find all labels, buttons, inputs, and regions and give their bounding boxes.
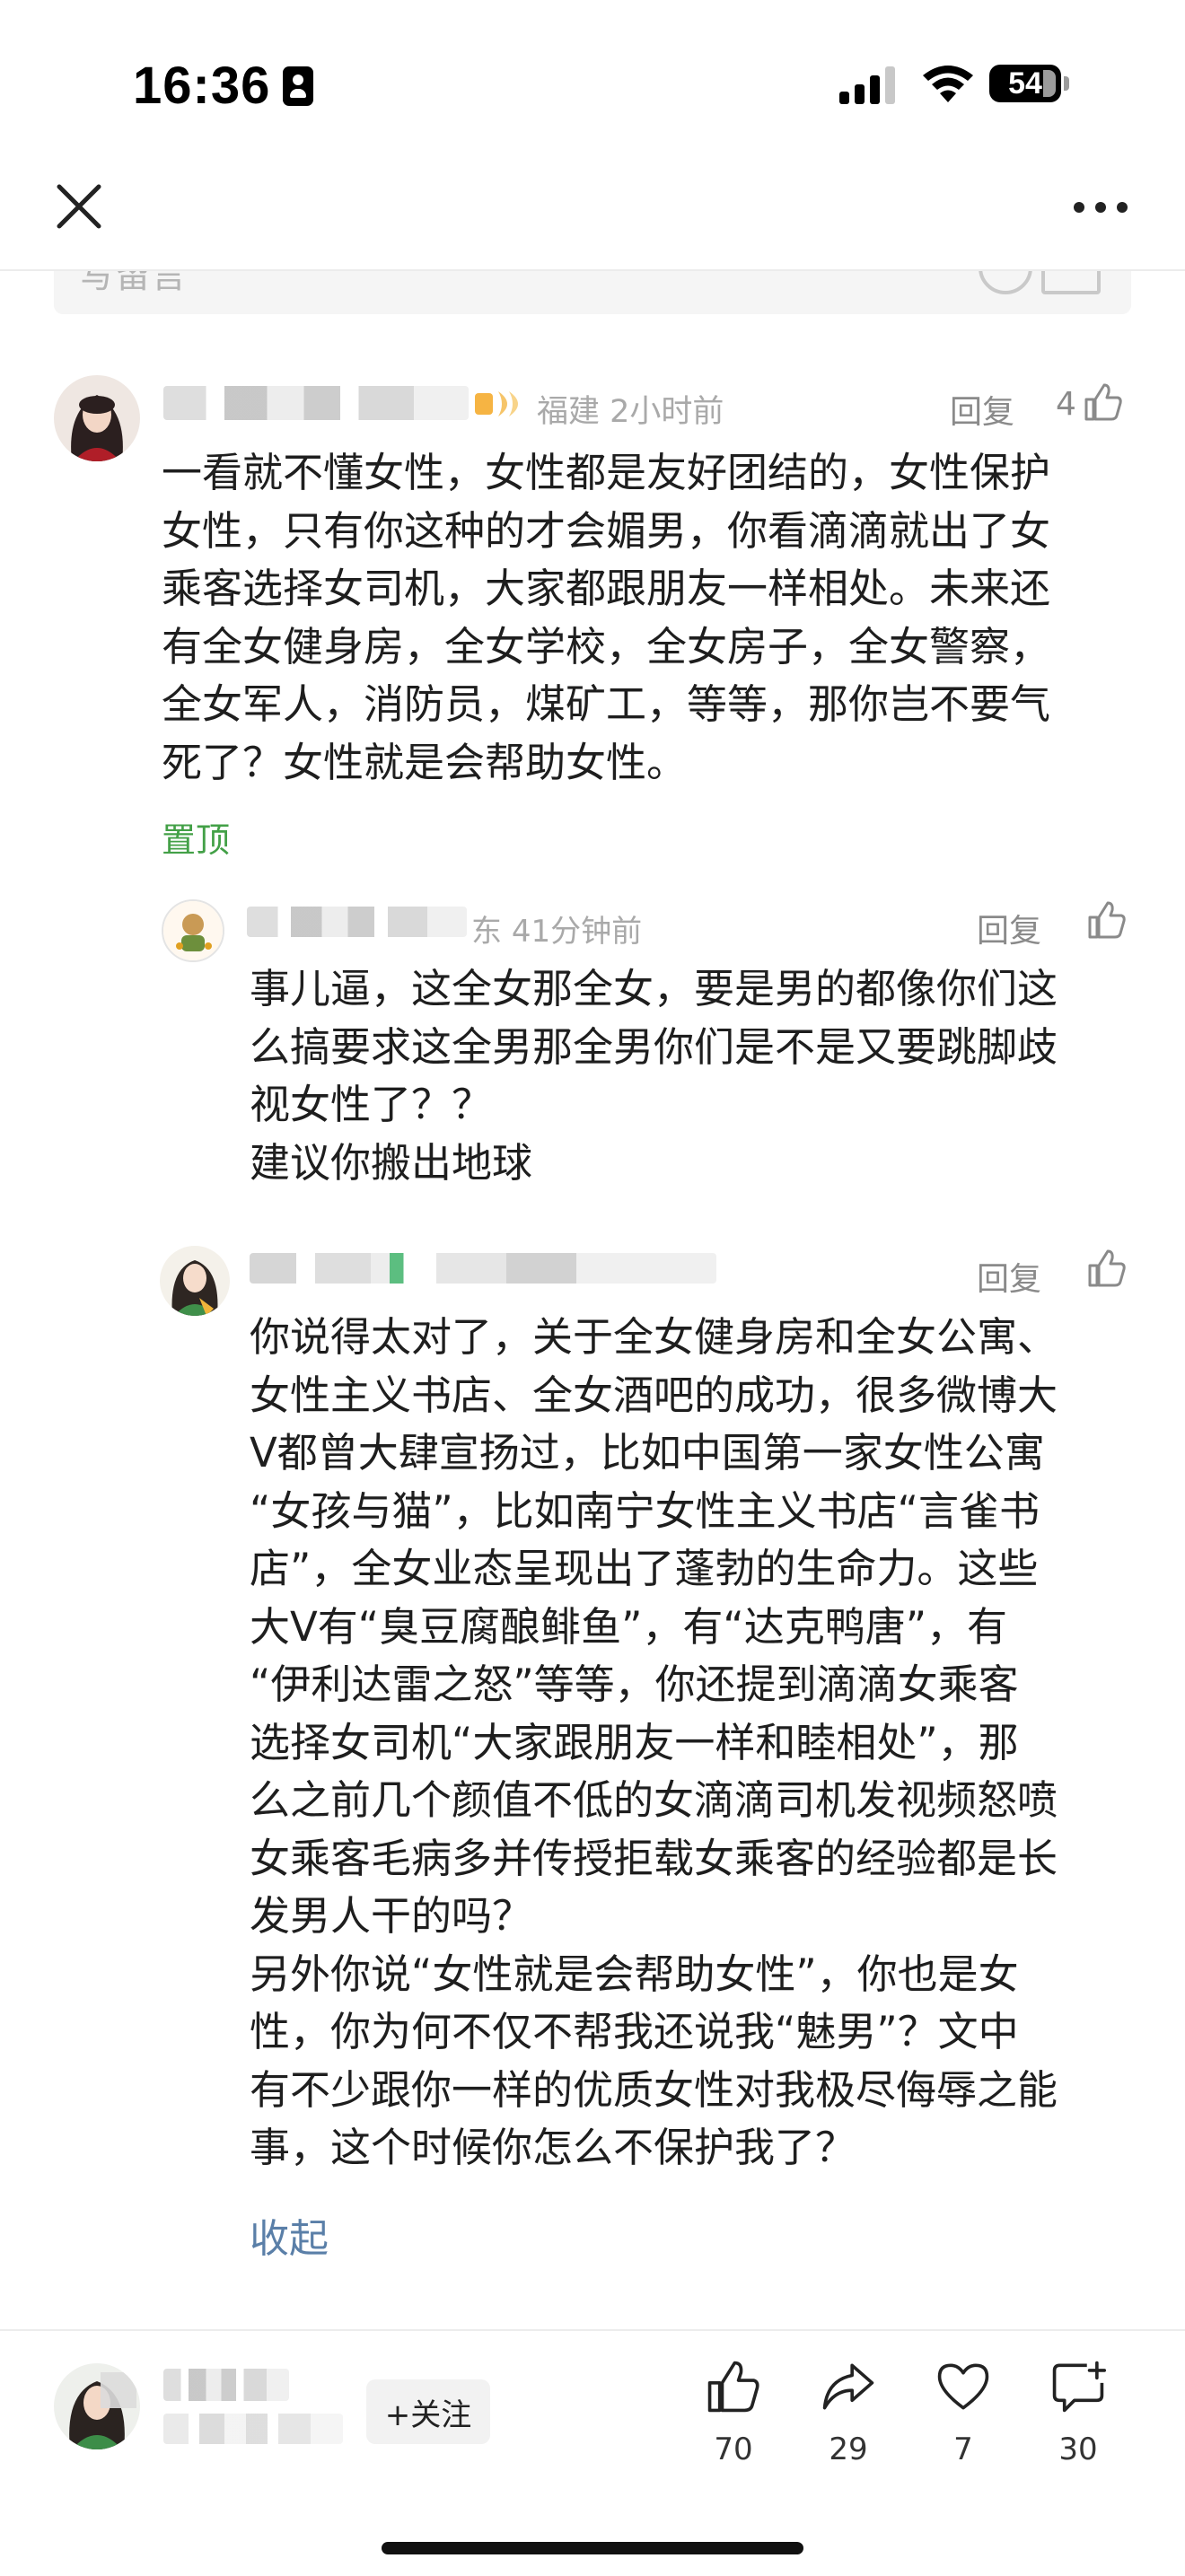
- reply-button[interactable]: 回复: [977, 905, 1041, 951]
- reply-line: 事儿逼，这全女那全女，要是男的都像你们这: [250, 965, 1058, 1012]
- reply-line: 大V有“臭豆腐酿鲱鱼”，有“达克鸭唐”，有: [250, 1602, 1008, 1651]
- battery-tip: [1064, 76, 1069, 91]
- reply-line: 女性主义书店、全女酒吧的成功，很多微博大: [250, 1371, 1058, 1419]
- comment-line: 一看就不懂女性，女性都是友好团结的，女性保护: [162, 449, 1051, 496]
- comment-line: 死了？女性就是会帮助女性。: [162, 738, 688, 786]
- more-options-icon[interactable]: [1074, 197, 1137, 215]
- comment-line: 有全女健身房，全女学校，全女房子，全女警察，: [162, 622, 1051, 670]
- comment-item: 福建 2小时前 回复 4 一看就不懂女性，女性都是友好团结的，女性保护 女性，只…: [0, 359, 1185, 862]
- reply-line: 店”，全女业态呈现出了蓬勃的生命力。这些: [250, 1545, 1039, 1592]
- comment-line: 全女军人，消防员，煤矿工，等等，那你岂不要气: [162, 680, 1051, 728]
- reply-line: 么搞要求这全男那全男你们是不是又要跳脚歧: [250, 1022, 1058, 1071]
- home-indicator[interactable]: [382, 2542, 803, 2554]
- reply-line: 事，这个时候你怎么不保护我了？: [250, 2124, 856, 2171]
- avatar[interactable]: [162, 899, 224, 962]
- reply-line: 选择女司机“大家跟朋友一样和睦相处”，那: [250, 1718, 1019, 1766]
- reply-line: 女乘客毛病多并传授拒载女乘客的经验都是长: [250, 1834, 1058, 1882]
- like-action[interactable]: 70: [689, 2358, 778, 2467]
- favorite-action[interactable]: 7: [918, 2358, 1008, 2467]
- cellular-signal-icon: [839, 65, 895, 104]
- thumbs-up-icon[interactable]: [1086, 899, 1128, 941]
- collapse-button[interactable]: 收起: [250, 2206, 329, 2264]
- reply-line: 建议你搬出地球: [250, 1138, 533, 1187]
- like-count: 70: [714, 2431, 753, 2467]
- reply-line: V都曾大肆宣扬过，比如中国第一家女性公寓: [250, 1429, 1045, 1476]
- comment-count: 30: [1058, 2431, 1098, 2467]
- comment-line: 女性，只有你这种的才会媚男，你看滴滴就出了女: [162, 506, 1051, 555]
- comment-time: 2小时前: [610, 394, 724, 430]
- battery-level: 54: [1008, 66, 1042, 101]
- status-time: 16:36: [133, 57, 271, 115]
- reply-button[interactable]: 回复: [950, 386, 1014, 433]
- username-blurred[interactable]: [163, 386, 469, 420]
- follow-button[interactable]: +关注: [366, 2379, 490, 2444]
- reply-meta: 东 41分钟前: [471, 907, 642, 951]
- close-icon[interactable]: [52, 180, 106, 233]
- comment-like-count: 4: [1056, 386, 1076, 423]
- thumbs-up-icon: [707, 2361, 759, 2413]
- reply-time: 41分钟前: [511, 914, 643, 950]
- bottom-action-bar: +关注 70 29 7 30: [0, 2329, 1185, 2576]
- comment-meta: 福建 2小时前: [537, 386, 724, 432]
- focus-mode-icon: [283, 66, 314, 106]
- comment-add-icon: [1052, 2361, 1107, 2413]
- reply-line: 视女性了？？: [250, 1081, 493, 1128]
- share-action[interactable]: 29: [803, 2358, 893, 2467]
- thumbs-up-icon[interactable]: [1086, 1248, 1128, 1289]
- reply-line: “女孩与猫”，比如南宁女性主义书店“言雀书: [250, 1486, 1040, 1535]
- username-blurred[interactable]: [250, 1253, 716, 1284]
- reply-button[interactable]: 回复: [977, 1253, 1041, 1300]
- status-bar: 16:36 54: [0, 0, 1185, 153]
- author-name-blurred[interactable]: [163, 2369, 289, 2401]
- reply-item: 回复 你说得太对了，关于全女健身房和全女公寓、 女性主义书店、全女酒吧的成功，很…: [0, 1237, 1185, 2269]
- clock-group: 16:36: [133, 56, 314, 116]
- reply-line: 发男人干的吗？: [250, 1892, 533, 1940]
- wifi-icon: [923, 66, 973, 102]
- author-followers-blurred: [163, 2414, 343, 2444]
- top-nav-bar: [0, 153, 1185, 271]
- pinned-tag: 置顶: [162, 820, 231, 860]
- avatar[interactable]: [160, 1246, 230, 1316]
- comment-action[interactable]: 30: [1033, 2358, 1123, 2467]
- reply-line: 另外你说“女性就是会帮助女性”，你也是女: [250, 1950, 1019, 1998]
- share-icon: [822, 2363, 874, 2410]
- reply-item: 东 41分钟前 回复 事儿逼，这全女那全女，要是男的都像你们这 么搞要求这全男那…: [0, 889, 1185, 1212]
- reply-line: 性，你为何不仅不帮我还说我“魅男”？文中: [250, 2008, 1019, 2055]
- author-avatar[interactable]: [54, 2363, 140, 2449]
- avatar[interactable]: [54, 375, 140, 461]
- reply-line: 有不少跟你一样的优质女性对我极尽侮辱之能: [250, 2065, 1058, 2114]
- heart-icon: [937, 2363, 989, 2410]
- vip-badge-icon: [475, 391, 518, 416]
- comment-line: 乘客选择女司机，大家都跟朋友一样相处。未来还: [162, 565, 1051, 612]
- favorite-count: 7: [953, 2431, 973, 2467]
- battery-icon: 54: [989, 65, 1061, 102]
- share-count: 29: [829, 2431, 868, 2467]
- thumbs-up-icon[interactable]: [1083, 381, 1124, 423]
- comment-location: 福建: [537, 394, 601, 430]
- username-blurred[interactable]: [247, 907, 467, 937]
- reply-line: 么之前几个颜值不低的女滴滴司机发视频怒喷: [250, 1776, 1058, 1824]
- reply-line: “伊利达雷之怒”等等，你还提到滴滴女乘客: [250, 1660, 1019, 1708]
- reply-line: 你说得太对了，关于全女健身房和全女公寓、: [250, 1313, 1058, 1361]
- reply-location: 东: [471, 914, 502, 950]
